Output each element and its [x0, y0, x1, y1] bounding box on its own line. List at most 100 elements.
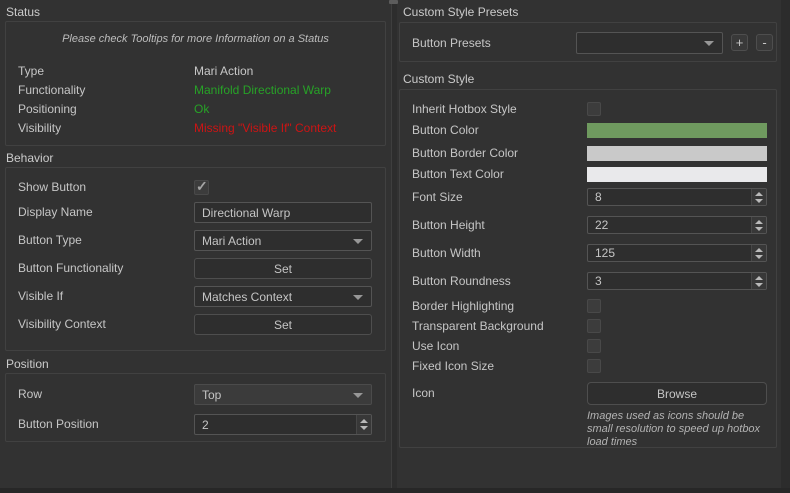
visibility-context-set-button[interactable]: Set — [194, 314, 372, 335]
spin-down-icon[interactable] — [755, 227, 763, 231]
fixed-icon-size-row: Fixed Icon Size — [400, 359, 776, 373]
button-width-spinner[interactable]: 125 — [587, 244, 767, 262]
behavior-section-title: Behavior — [6, 151, 53, 165]
presets-section-title: Custom Style Presets — [403, 5, 518, 19]
presets-groupbox: Button Presets + - — [399, 22, 777, 62]
spin-up-icon[interactable] — [755, 220, 763, 224]
button-text-color-swatch[interactable] — [587, 167, 767, 182]
status-row-type: Type Mari Action — [6, 64, 385, 78]
button-functionality-set-button[interactable]: Set — [194, 258, 372, 279]
chevron-down-icon — [353, 239, 363, 244]
inherit-hotbox-style-row: Inherit Hotbox Style — [400, 102, 776, 117]
spinner-arrows[interactable] — [751, 273, 766, 289]
spin-down-icon[interactable] — [755, 283, 763, 287]
right-scrollbar-groove[interactable] — [781, 0, 790, 493]
position-groupbox: Row Top Button Position 2 — [5, 373, 386, 442]
spin-up-icon[interactable] — [755, 192, 763, 196]
bottom-scrollbar-groove[interactable] — [0, 488, 790, 493]
spinner-arrows[interactable] — [751, 217, 766, 233]
fixed-icon-size-checkbox[interactable] — [587, 359, 601, 373]
visible-if-dropdown[interactable]: Matches Context — [194, 286, 372, 307]
button-presets-dropdown[interactable] — [576, 32, 723, 54]
transparent-background-checkbox[interactable] — [587, 319, 601, 333]
button-presets-label: Button Presets — [412, 32, 491, 54]
status-section-title: Status — [6, 5, 40, 19]
left-pane: Status Please check Tooltips for more In… — [0, 0, 392, 493]
visible-if-value: Matches Context — [202, 287, 292, 306]
icon-browse-button[interactable]: Browse — [587, 382, 767, 405]
icon-row: Icon Browse — [400, 382, 776, 405]
border-highlighting-row: Border Highlighting — [400, 299, 776, 313]
button-type-label: Button Type — [18, 230, 82, 251]
button-text-color-label: Button Text Color — [412, 167, 504, 182]
display-name-input[interactable]: Directional Warp — [194, 202, 372, 223]
chevron-down-icon — [353, 295, 363, 300]
status-functionality-label: Functionality — [18, 83, 85, 97]
use-icon-label: Use Icon — [412, 339, 459, 353]
button-color-swatch[interactable] — [587, 123, 767, 138]
chevron-down-icon — [353, 393, 363, 398]
button-border-color-row: Button Border Color — [400, 146, 776, 161]
spin-up-icon[interactable] — [755, 276, 763, 280]
button-border-color-label: Button Border Color — [412, 146, 518, 161]
remove-preset-button[interactable]: - — [756, 34, 773, 51]
visibility-context-set-label: Set — [274, 318, 292, 332]
behavior-groupbox: Show Button Display Name Directional War… — [5, 167, 386, 351]
button-position-value: 2 — [202, 415, 209, 434]
row-row: Row Top — [6, 384, 385, 405]
spin-down-icon[interactable] — [360, 426, 368, 430]
display-name-value: Directional Warp — [202, 203, 290, 222]
font-size-label: Font Size — [412, 188, 463, 206]
border-highlighting-label: Border Highlighting — [412, 299, 514, 313]
font-size-spinner[interactable]: 8 — [587, 188, 767, 206]
spin-down-icon[interactable] — [755, 255, 763, 259]
status-visibility-label: Visibility — [18, 121, 61, 135]
button-functionality-row: Button Functionality Set — [6, 258, 385, 279]
status-row-positioning: Positioning Ok — [6, 102, 385, 116]
status-type-value: Mari Action — [194, 64, 253, 78]
button-width-value: 125 — [595, 245, 615, 261]
spinner-arrows[interactable] — [751, 245, 766, 261]
status-hint: Please check Tooltips for more Informati… — [6, 33, 385, 45]
use-icon-checkbox[interactable] — [587, 339, 601, 353]
inherit-hotbox-style-checkbox[interactable] — [587, 102, 601, 116]
show-button-checkbox[interactable] — [194, 180, 209, 195]
spinner-arrows[interactable] — [751, 189, 766, 205]
button-position-row: Button Position 2 — [6, 414, 385, 435]
icon-label: Icon — [412, 382, 435, 405]
row-label: Row — [18, 384, 42, 405]
button-type-value: Mari Action — [202, 231, 261, 250]
right-pane: Custom Style Presets Button Presets + - … — [396, 0, 790, 493]
add-preset-button[interactable]: + — [731, 34, 748, 51]
plus-icon: + — [736, 36, 744, 49]
status-row-visibility: Visibility Missing "Visible If" Context — [6, 121, 385, 135]
button-border-color-swatch[interactable] — [587, 146, 767, 161]
spinner-arrows[interactable] — [356, 415, 371, 434]
spin-up-icon[interactable] — [755, 248, 763, 252]
row-dropdown[interactable]: Top — [194, 384, 372, 405]
visibility-context-label: Visibility Context — [18, 314, 106, 335]
status-row-functionality: Functionality Manifold Directional Warp — [6, 83, 385, 97]
button-functionality-set-label: Set — [274, 262, 292, 276]
button-position-spinner[interactable]: 2 — [194, 414, 372, 435]
button-roundness-spinner[interactable]: 3 — [587, 272, 767, 290]
font-size-row: Font Size 8 — [400, 188, 776, 206]
status-type-label: Type — [18, 64, 44, 78]
spin-up-icon[interactable] — [360, 419, 368, 423]
button-height-label: Button Height — [412, 216, 485, 234]
border-highlighting-checkbox[interactable] — [587, 299, 601, 313]
minus-icon: - — [762, 36, 766, 49]
button-position-label: Button Position — [18, 414, 99, 435]
status-functionality-value: Manifold Directional Warp — [194, 83, 331, 97]
button-type-dropdown[interactable]: Mari Action — [194, 230, 372, 251]
custom-style-section-title: Custom Style — [403, 72, 474, 86]
button-height-spinner[interactable]: 22 — [587, 216, 767, 234]
spin-down-icon[interactable] — [755, 199, 763, 203]
visible-if-label: Visible If — [18, 286, 63, 307]
inherit-hotbox-style-label: Inherit Hotbox Style — [412, 102, 517, 117]
button-width-row: Button Width 125 — [400, 244, 776, 262]
transparent-background-row: Transparent Background — [400, 319, 776, 333]
button-height-row: Button Height 22 — [400, 216, 776, 234]
status-groupbox: Please check Tooltips for more Informati… — [5, 21, 386, 146]
icon-browse-label: Browse — [657, 387, 697, 401]
